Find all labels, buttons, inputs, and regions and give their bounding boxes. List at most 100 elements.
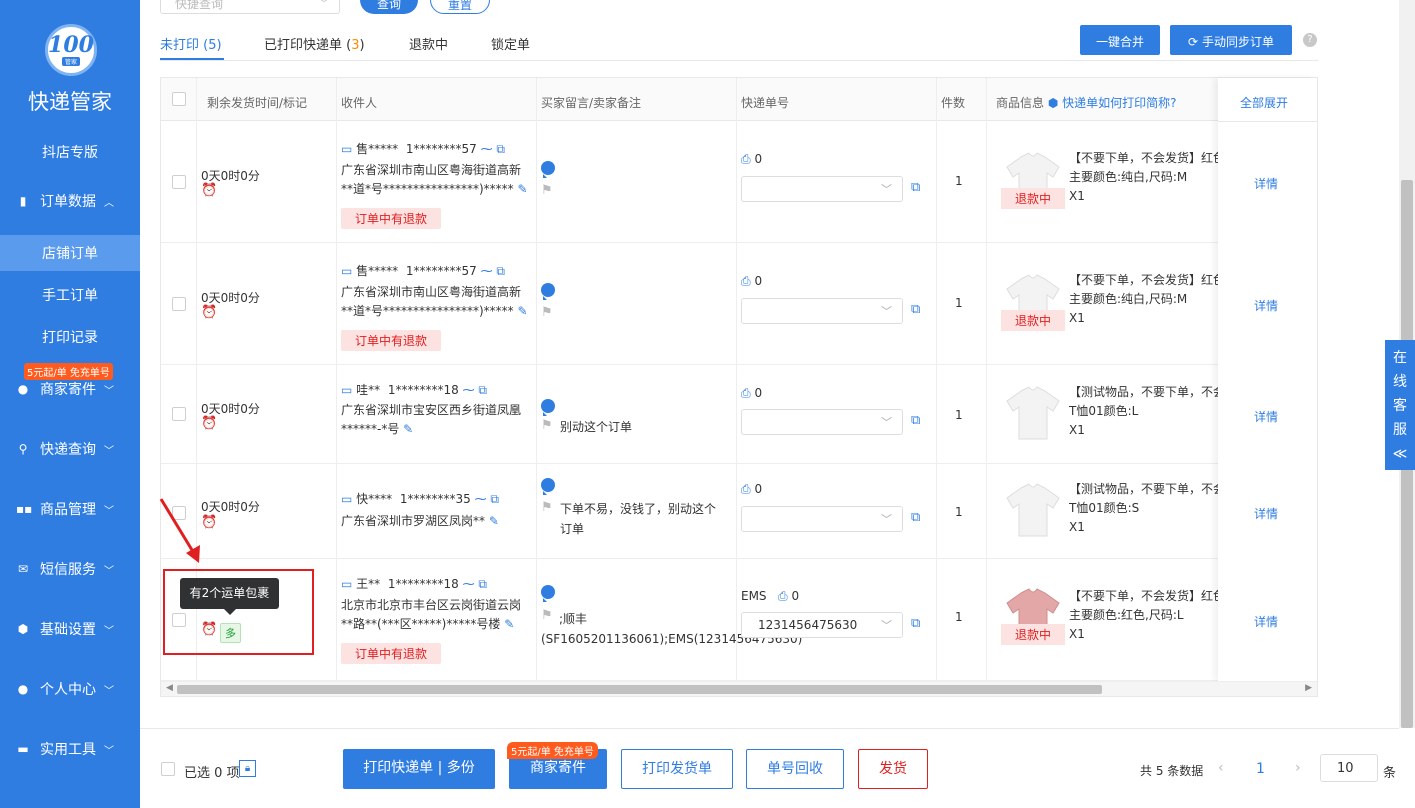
next-page-icon[interactable]: ›: [1295, 760, 1301, 776]
nav-merchant-send[interactable]: ● 商家寄件 ﹀: [0, 372, 140, 406]
nav-personal-center[interactable]: ● 个人中心 ﹀: [0, 672, 140, 706]
nav-order-data[interactable]: ▮ 订单数据 ︿: [0, 184, 140, 218]
nav-tools[interactable]: ▬ 实用工具 ﹀: [0, 732, 140, 766]
message-icon[interactable]: [541, 283, 555, 300]
alarm-icon: ⏰: [201, 183, 218, 198]
detail-link[interactable]: 详情: [1254, 505, 1278, 522]
chat-icon[interactable]: ▭: [341, 492, 352, 506]
printer-icon[interactable]: ⎙: [741, 386, 751, 400]
query-button[interactable]: 查询: [360, 0, 418, 14]
copy-icon[interactable]: ⧉: [496, 264, 505, 278]
edit-icon[interactable]: ✎: [489, 514, 499, 528]
tab-printed[interactable]: 已打印快递单 (3): [264, 34, 365, 53]
copy-icon[interactable]: ⧉: [911, 413, 920, 428]
page-size-input[interactable]: 10: [1320, 754, 1378, 782]
help-icon[interactable]: ?: [1303, 33, 1317, 47]
edit-icon[interactable]: ✎: [518, 304, 528, 318]
nav-sms-service[interactable]: ✉ 短信服务 ﹀: [0, 552, 140, 586]
nav-express-query[interactable]: ⚲ 快递查询 ﹀: [0, 432, 140, 466]
reset-button[interactable]: 重置: [430, 0, 490, 14]
eye-icon[interactable]: ⁓: [481, 264, 493, 278]
detail-link[interactable]: 详情: [1254, 613, 1278, 630]
receiver-address: 广东省深圳市宝安区西乡街道凤凰******-*号 ✎: [341, 401, 531, 439]
edit-icon[interactable]: ✎: [403, 422, 413, 436]
flag-icon[interactable]: ⚑: [541, 500, 553, 515]
printer-icon[interactable]: ⎙: [778, 589, 788, 603]
quick-search-select[interactable]: 快捷查询 ﹀: [160, 0, 340, 14]
copy-icon[interactable]: ⧉: [911, 510, 920, 525]
eye-icon[interactable]: ⁓: [475, 492, 487, 506]
ship-button[interactable]: 发货: [858, 749, 928, 789]
receiver-address: 广东省深圳市南山区粤海街道高新**道*号****************)***…: [341, 161, 531, 199]
copy-icon[interactable]: ⧉: [911, 180, 920, 195]
row-checkbox[interactable]: [172, 407, 186, 421]
copy-icon[interactable]: ⧉: [478, 577, 487, 591]
message-icon[interactable]: [541, 478, 555, 495]
scroll-left-icon[interactable]: ◀: [166, 683, 173, 693]
eye-icon[interactable]: ⁓: [463, 383, 475, 397]
print-express-button[interactable]: 打印快递单 | 多份: [343, 749, 495, 789]
express-number-select[interactable]: ﹀: [741, 176, 903, 202]
expand-all-link[interactable]: 全部展开: [1240, 94, 1288, 111]
horizontal-scrollbar[interactable]: ◀ ▶: [161, 681, 1317, 696]
tab-count-prefix: (: [342, 38, 352, 53]
eye-icon[interactable]: ⁓: [463, 577, 475, 591]
express-number-select[interactable]: 1231456475630 ﹀: [741, 612, 903, 638]
detail-link[interactable]: 详情: [1254, 175, 1278, 192]
copy-icon[interactable]: ⧉: [496, 142, 505, 156]
nav-basic-settings[interactable]: ⬢ 基础设置 ﹀: [0, 612, 140, 646]
scroll-right-icon[interactable]: ▶: [1305, 683, 1312, 693]
express-number-select[interactable]: ﹀: [741, 298, 903, 324]
row-checkbox[interactable]: [172, 175, 186, 189]
sync-orders-button[interactable]: ⟳ 手动同步订单: [1170, 25, 1292, 55]
select-all-checkbox[interactable]: [172, 92, 186, 106]
copy-icon[interactable]: ⧉: [911, 302, 920, 317]
print-abbr-help-link[interactable]: 快递单如何打印简称?: [1062, 96, 1176, 110]
tab-refunding[interactable]: 退款中: [409, 34, 448, 53]
footer-select-all-checkbox[interactable]: [161, 762, 175, 776]
current-page[interactable]: 1: [1256, 761, 1265, 777]
message-icon[interactable]: [541, 399, 555, 416]
submenu-manual-orders[interactable]: 手工订单: [0, 277, 140, 313]
printer-icon[interactable]: ⎙: [741, 482, 751, 496]
chat-icon[interactable]: ▭: [341, 577, 352, 591]
flag-icon[interactable]: ⚑: [541, 418, 553, 433]
express-number-select[interactable]: ﹀: [741, 506, 903, 532]
submenu-shop-orders[interactable]: 店铺订单: [0, 235, 140, 271]
detail-link[interactable]: 详情: [1254, 297, 1278, 314]
lock-icon[interactable]: 🔒︎: [239, 760, 256, 777]
print-invoice-button[interactable]: 打印发货单: [621, 749, 733, 789]
edit-icon[interactable]: ✎: [504, 617, 514, 631]
flag-icon[interactable]: ⚑: [541, 183, 553, 198]
merge-button[interactable]: 一键合并: [1080, 25, 1160, 55]
prev-page-icon[interactable]: ‹: [1218, 760, 1224, 776]
submenu-print-records[interactable]: 打印记录: [0, 319, 140, 355]
eye-icon[interactable]: ⁓: [481, 142, 493, 156]
online-service-button[interactable]: 在 线 客 服 ≪: [1385, 340, 1415, 470]
product-info: 【不要下单，不会发货】红色 主要颜色:红色,尺码:L X1: [1069, 587, 1219, 644]
printer-icon[interactable]: ⎙: [741, 152, 751, 166]
nav-product-manage[interactable]: ▪▪ 商品管理 ﹀: [0, 492, 140, 526]
row-checkbox[interactable]: [172, 297, 186, 311]
printer-icon[interactable]: ⎙: [741, 274, 751, 288]
message-icon[interactable]: [541, 585, 555, 602]
chat-icon[interactable]: ▭: [341, 264, 352, 278]
chat-icon[interactable]: ▭: [341, 383, 352, 397]
tab-locked[interactable]: 锁定单: [491, 34, 530, 53]
copy-icon[interactable]: ⧉: [490, 492, 499, 506]
edit-icon[interactable]: ✎: [518, 182, 528, 196]
recycle-number-button[interactable]: 单号回收: [746, 749, 844, 789]
message-icon[interactable]: [541, 161, 555, 178]
product-title: 【测试物品，不要下单，不会: [1069, 385, 1219, 399]
merchant-send-promo-badge: 5元起/单 免充单号: [507, 742, 598, 759]
express-number-select[interactable]: ﹀: [741, 409, 903, 435]
copy-icon[interactable]: ⧉: [478, 383, 487, 397]
flag-icon[interactable]: ⚑: [541, 305, 553, 320]
shop-version[interactable]: 抖店专版: [0, 142, 140, 162]
copy-icon[interactable]: ⧉: [911, 616, 920, 631]
detail-link[interactable]: 详情: [1254, 408, 1278, 425]
receiver-info: ▭ 售***** 1********57 ⁓ ⧉: [341, 140, 505, 157]
chat-icon[interactable]: ▭: [341, 142, 352, 156]
scrollbar-thumb[interactable]: [177, 685, 1102, 694]
tab-unprinted[interactable]: 未打印 (5): [160, 34, 222, 53]
